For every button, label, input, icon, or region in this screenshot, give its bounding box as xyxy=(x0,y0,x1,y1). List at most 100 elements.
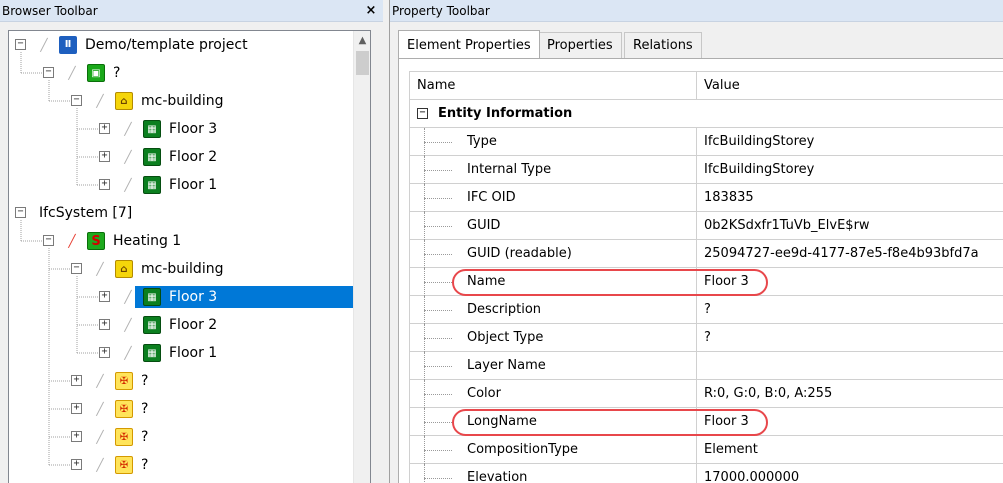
edit-pencil-icon[interactable]: ╱ xyxy=(93,261,107,277)
edit-pencil-icon[interactable]: ╱ xyxy=(121,317,135,333)
property-value[interactable]: 25094727-ee9d-4177-87e5-f8e4b93bfd7a xyxy=(696,240,1003,268)
tree-item[interactable]: + ╱ ✠? xyxy=(9,397,349,421)
collapse-icon[interactable]: − xyxy=(417,108,428,119)
edit-pencil-icon[interactable]: ╱ xyxy=(121,345,135,361)
property-row[interactable]: Layer Name xyxy=(410,352,1003,380)
edit-pencil-icon[interactable]: ╱ xyxy=(121,177,135,193)
property-toolbar-panel: Property Toolbar Element Properties Prop… xyxy=(389,0,1003,483)
expand-icon[interactable]: + xyxy=(71,403,82,414)
property-row[interactable]: CompositionType Element xyxy=(410,436,1003,464)
tree-scrollbar[interactable]: ▲ xyxy=(353,31,370,483)
tree-item[interactable]: + ╱ ✠? xyxy=(9,425,349,449)
tree-item[interactable]: − ╱ ⌂ mc-building xyxy=(9,257,349,281)
expand-icon[interactable]: + xyxy=(71,459,82,470)
property-row[interactable]: Name Floor 3 xyxy=(410,268,1003,296)
edit-pencil-icon[interactable]: ╱ xyxy=(121,289,135,305)
property-row[interactable]: Color R:0, G:0, B:0, A:255 xyxy=(410,380,1003,408)
expand-icon[interactable]: + xyxy=(99,291,110,302)
tree-item[interactable]: + ╱ ▦ Floor 1 xyxy=(9,173,349,197)
expand-icon[interactable]: + xyxy=(99,151,110,162)
property-tabs: Element Properties Properties Relations xyxy=(398,30,998,58)
property-value[interactable]: ? xyxy=(696,296,1003,324)
storey-icon: ▦ xyxy=(143,176,161,194)
tree-item[interactable]: − ╱ Ⅱ Demo/template project xyxy=(9,33,349,57)
collapse-icon[interactable]: − xyxy=(71,95,82,106)
property-name: GUID (readable) xyxy=(467,246,572,261)
property-value[interactable]: 183835 xyxy=(696,184,1003,212)
category-row-entity-information[interactable]: − Entity Information xyxy=(410,100,1003,128)
edit-pencil-icon[interactable]: ╱ xyxy=(93,401,107,417)
property-name: CompositionType xyxy=(467,442,579,457)
expand-icon[interactable]: + xyxy=(99,319,110,330)
property-row[interactable]: Object Type? xyxy=(410,324,1003,352)
project-tree[interactable]: − ╱ Ⅱ Demo/template project − ╱ ▣? − ╱ ⌂ mc-buildi… xyxy=(8,30,371,483)
property-name: Elevation xyxy=(467,470,528,483)
proxy-icon: ✠ xyxy=(115,456,133,474)
expand-icon[interactable]: + xyxy=(99,347,110,358)
edit-pencil-icon[interactable]: ╱ xyxy=(93,457,107,473)
tree-item[interactable]: + ╱ ✠? xyxy=(9,453,349,477)
edit-pencil-icon[interactable]: ╱ xyxy=(65,233,79,249)
tree-item-label: Floor 3 xyxy=(169,121,218,137)
property-name: Name xyxy=(467,274,506,289)
tree-item-label: Floor 2 xyxy=(169,317,218,333)
category-label: Entity Information xyxy=(438,106,573,121)
collapse-icon[interactable]: − xyxy=(15,207,26,218)
tree-item[interactable]: − ╱ ▣? xyxy=(9,61,349,85)
edit-pencil-icon[interactable]: ╱ xyxy=(37,37,51,53)
tree-item[interactable]: + ╱ ▦ Floor 2 xyxy=(9,313,349,337)
property-value[interactable]: R:0, G:0, B:0, A:255 xyxy=(696,380,1003,408)
expand-icon[interactable]: + xyxy=(71,375,82,386)
property-row[interactable]: Elevation 17000.000000 xyxy=(410,464,1003,483)
tree-item[interactable]: − IfcSystem [7] xyxy=(9,201,349,225)
tree-item[interactable]: + ╱ ▦ Floor 1 xyxy=(9,341,349,365)
edit-pencil-icon[interactable]: ╱ xyxy=(121,121,135,137)
scrollbar-thumb[interactable] xyxy=(356,51,369,75)
column-header-name[interactable]: Name xyxy=(410,72,696,100)
collapse-icon[interactable]: − xyxy=(71,263,82,274)
property-row[interactable]: LongName Floor 3 xyxy=(410,408,1003,436)
property-row[interactable]: Internal Type IfcBuildingStorey xyxy=(410,156,1003,184)
collapse-icon[interactable]: − xyxy=(15,39,26,50)
property-value[interactable]: Floor 3 xyxy=(696,408,1003,436)
property-value[interactable]: 0b2KSdxfr1TuVb_ElvE$rw xyxy=(696,212,1003,240)
column-header-value[interactable]: Value xyxy=(696,72,1003,100)
tree-item-label: Floor 1 xyxy=(169,345,218,361)
expand-icon[interactable]: + xyxy=(99,123,110,134)
tree-item[interactable]: + ╱ ▦ Floor 2 xyxy=(9,145,349,169)
tab-properties[interactable]: Properties xyxy=(538,32,622,58)
edit-pencil-icon[interactable]: ╱ xyxy=(65,65,79,81)
tree-item[interactable]: + ╱ ✠? xyxy=(9,369,349,393)
tab-relations[interactable]: Relations xyxy=(624,32,702,58)
property-value[interactable]: Element xyxy=(696,436,1003,464)
property-value[interactable] xyxy=(696,352,1003,380)
property-value[interactable]: Floor 3 xyxy=(696,268,1003,296)
edit-pencil-icon[interactable]: ╱ xyxy=(93,93,107,109)
tab-element-properties[interactable]: Element Properties xyxy=(398,30,540,58)
close-icon[interactable]: × xyxy=(363,0,379,22)
edit-pencil-icon[interactable]: ╱ xyxy=(121,149,135,165)
edit-pencil-icon[interactable]: ╱ xyxy=(93,373,107,389)
collapse-icon[interactable]: − xyxy=(43,235,54,246)
expand-icon[interactable]: + xyxy=(99,179,110,190)
property-value[interactable]: 17000.000000 xyxy=(696,464,1003,483)
collapse-icon[interactable]: − xyxy=(43,67,54,78)
expand-icon[interactable]: + xyxy=(71,431,82,442)
tree-item[interactable]: − ╱ S Heating 1 xyxy=(9,229,349,253)
property-value[interactable]: ? xyxy=(696,324,1003,352)
tree-item-label: Demo/template project xyxy=(85,37,248,53)
property-value[interactable]: IfcBuildingStorey xyxy=(696,156,1003,184)
property-row[interactable]: Type IfcBuildingStorey xyxy=(410,128,1003,156)
tree-item[interactable]: + ╱ ▦ Floor 3 xyxy=(9,285,360,309)
property-name: IFC OID xyxy=(467,190,516,205)
property-row[interactable]: GUID 0b2KSdxfr1TuVb_ElvE$rw xyxy=(410,212,1003,240)
edit-pencil-icon[interactable]: ╱ xyxy=(93,429,107,445)
tree-item[interactable]: − ╱ ⌂ mc-building xyxy=(9,89,349,113)
tree-item[interactable]: + ╱ ▦ Floor 3 xyxy=(9,117,349,141)
property-value[interactable]: IfcBuildingStorey xyxy=(696,128,1003,156)
property-row[interactable]: GUID (readable) 25094727-ee9d-4177-87e5-f… xyxy=(410,240,1003,268)
scroll-up-icon[interactable]: ▲ xyxy=(354,33,370,49)
property-row[interactable]: IFC OID 183835 xyxy=(410,184,1003,212)
tree-item-label: ? xyxy=(141,429,149,445)
property-row[interactable]: Description? xyxy=(410,296,1003,324)
